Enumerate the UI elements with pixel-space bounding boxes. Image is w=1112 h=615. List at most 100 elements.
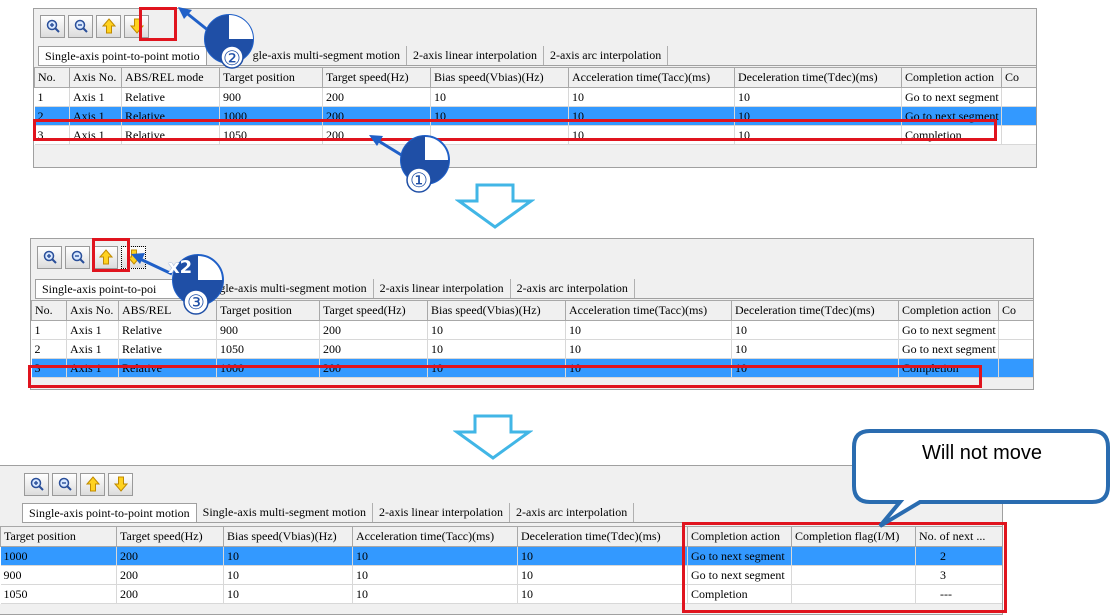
move-up-button[interactable] — [96, 14, 121, 38]
table-cell: 900 — [0, 565, 117, 585]
move-up-button[interactable] — [80, 472, 105, 496]
table-cell: Go to next segment — [898, 339, 999, 359]
table-cell: 10 — [568, 87, 735, 107]
tab-multi-segment[interactable]: Single-axis multi-segment motion — [196, 503, 373, 522]
table-cell — [998, 320, 1033, 340]
click-marker-step2 — [178, 7, 254, 69]
col-header[interactable]: Completion action — [898, 300, 999, 321]
col-header[interactable]: Acceleration time(Tacc)(ms) — [565, 300, 732, 321]
tab-linear-interpolation[interactable]: 2-axis linear interpolation — [406, 46, 544, 65]
table-cell: 10 — [223, 565, 353, 585]
table-cell: 200 — [116, 565, 224, 585]
zoom-out-icon — [71, 250, 85, 264]
tab-arc-interpolation[interactable]: 2-axis arc interpolation — [510, 279, 635, 298]
table-cell: 1050 — [0, 584, 117, 604]
zoom-in-button[interactable] — [40, 14, 65, 38]
move-up-arrow-icon — [101, 18, 116, 34]
table-cell: Go to next segment — [898, 320, 999, 340]
table-cell: Axis 1 — [66, 320, 119, 340]
col-header[interactable]: Bias speed(Vbias)(Hz) — [430, 67, 569, 88]
table-cell: 200 — [116, 546, 224, 566]
zoom-out-button[interactable] — [68, 14, 93, 38]
toolbar — [40, 13, 152, 39]
col-header[interactable]: Co — [1001, 67, 1036, 88]
zoom-in-icon — [30, 477, 44, 491]
table-row[interactable]: 1 Axis 1 Relative 900 200 10 10 10 Go to next se… — [34, 87, 1036, 107]
table-cell: Relative — [118, 339, 217, 359]
table-cell: 10 — [731, 339, 899, 359]
table-cell: 10 — [734, 87, 902, 107]
table-cell: 10 — [223, 584, 353, 604]
tab-single-axis-p2p[interactable]: Single-axis point-to-point motion — [22, 503, 197, 522]
table-cell: 1050 — [216, 339, 320, 359]
zoom-out-icon — [74, 19, 88, 33]
zoom-out-button[interactable] — [65, 245, 90, 269]
tab-linear-interpolation[interactable]: 2-axis linear interpolation — [373, 503, 510, 522]
col-header[interactable]: Acceleration time(Tacc)(ms) — [568, 67, 735, 88]
col-header[interactable]: Acceleration time(Tacc)(ms) — [352, 526, 518, 547]
col-header[interactable]: Deceleration time(Tdec)(ms) — [734, 67, 902, 88]
table-cell — [998, 358, 1033, 378]
step-2-label: ② — [223, 46, 241, 70]
table-cell: 1000 — [0, 546, 117, 566]
times-two-label: x2 — [168, 257, 193, 278]
zoom-in-icon — [46, 19, 60, 33]
col-header[interactable]: Completion action — [901, 67, 1002, 88]
tab-arc-interpolation[interactable]: 2-axis arc interpolation — [543, 46, 669, 65]
col-header[interactable]: Axis No. — [66, 300, 119, 321]
table-cell: 10 — [430, 87, 569, 107]
table-row[interactable]: 2 Axis 1 Relative 1050 200 10 10 10 Go to next s… — [31, 339, 1033, 359]
flow-down-arrow — [455, 183, 535, 229]
table-cell — [998, 339, 1033, 359]
table-cell: 10 — [352, 565, 518, 585]
col-header[interactable]: Deceleration time(Tdec)(ms) — [731, 300, 899, 321]
zoom-in-button[interactable] — [37, 245, 62, 269]
highlight-unchanged-columns — [682, 522, 1007, 613]
move-up-arrow-icon — [85, 476, 100, 492]
zoom-in-button[interactable] — [24, 472, 49, 496]
highlight-move-up-button — [92, 238, 130, 272]
table-cell: 10 — [223, 546, 353, 566]
zoom-out-icon — [58, 477, 72, 491]
col-header[interactable]: Target speed(Hz) — [322, 67, 431, 88]
tab-arc-interpolation[interactable]: 2-axis arc interpolation — [509, 503, 635, 522]
step-3-label: ③ — [187, 290, 205, 314]
col-header[interactable]: No. — [31, 300, 67, 321]
table-cell: 200 — [322, 87, 431, 107]
table-cell: Axis 1 — [69, 87, 122, 107]
table-cell: 2 — [31, 339, 67, 359]
highlight-row-3 — [28, 365, 982, 388]
toolbar — [24, 471, 136, 497]
move-down-button[interactable] — [108, 472, 133, 496]
table-cell: Go to next segment — [901, 87, 1002, 107]
table-cell: 10 — [565, 339, 732, 359]
table-cell: 1 — [34, 87, 70, 107]
col-header[interactable]: Deceleration time(Tdec)(ms) — [517, 526, 688, 547]
zoom-out-button[interactable] — [52, 472, 77, 496]
col-header[interactable]: No. — [34, 67, 70, 88]
col-header[interactable]: Target position — [0, 526, 117, 547]
col-header[interactable]: Axis No. — [69, 67, 122, 88]
highlight-row-2 — [33, 119, 997, 141]
table-cell: 10 — [517, 584, 688, 604]
highlight-move-down-button — [139, 7, 177, 41]
tab-linear-interpolation[interactable]: 2-axis linear interpolation — [373, 279, 511, 298]
table-cell: 900 — [219, 87, 323, 107]
col-header[interactable]: Bias speed(Vbias)(Hz) — [427, 300, 566, 321]
table-cell: 10 — [517, 546, 688, 566]
col-header[interactable]: Co — [998, 300, 1033, 321]
table-cell: 200 — [116, 584, 224, 604]
table-cell: 10 — [565, 320, 732, 340]
table-cell: 10 — [427, 320, 566, 340]
table-cell: 10 — [352, 584, 518, 604]
table-cell — [1001, 106, 1036, 126]
col-header[interactable]: Target speed(Hz) — [116, 526, 224, 547]
zoom-in-icon — [43, 250, 57, 264]
table-cell: Relative — [121, 87, 220, 107]
step-1-label: ① — [410, 168, 428, 192]
col-header[interactable]: Bias speed(Vbias)(Hz) — [223, 526, 353, 547]
table-cell: 10 — [427, 339, 566, 359]
table-cell: 10 — [517, 565, 688, 585]
table-cell — [1001, 125, 1036, 145]
col-header[interactable]: Target speed(Hz) — [319, 300, 428, 321]
